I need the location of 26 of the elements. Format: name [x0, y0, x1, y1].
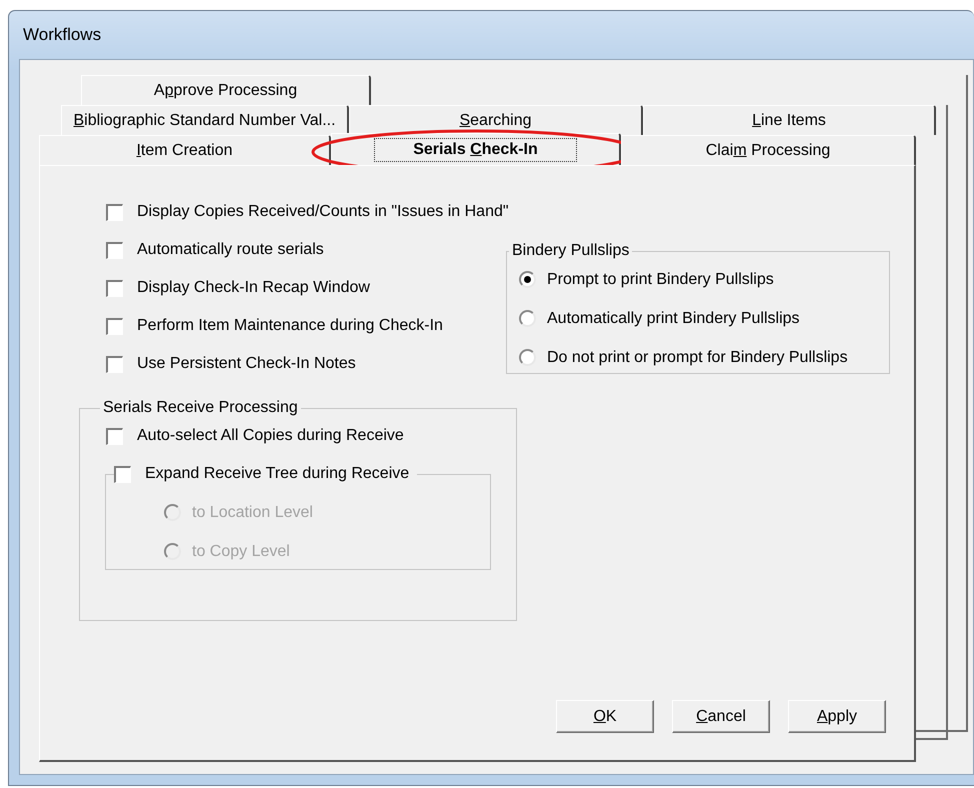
- checkbox[interactable]: Expand Receive Tree during Receive: [114, 455, 410, 493]
- window-title: Workflows: [23, 25, 102, 45]
- radio-indicator[interactable]: [519, 349, 536, 366]
- group-title: Bindery Pullslips: [511, 242, 630, 260]
- dialog-button[interactable]: Apply: [788, 700, 886, 733]
- checkbox[interactable]: Automatically route serials: [106, 231, 324, 269]
- radio-indicator[interactable]: [519, 271, 536, 288]
- checkbox[interactable]: Auto-select All Copies during Receive: [106, 417, 404, 455]
- group-title: Serials Receive Processing: [102, 399, 299, 417]
- dialog-button[interactable]: OK: [556, 700, 654, 733]
- checkbox[interactable]: Display Check-In Recap Window: [106, 269, 370, 307]
- tab[interactable]: Serials Check-In: [331, 133, 621, 165]
- dialog-button[interactable]: Cancel: [672, 700, 770, 733]
- checkbox[interactable]: Display Copies Received/Counts in "Issues in Hand": [106, 193, 509, 231]
- checkbox[interactable]: Use Persistent Check-In Notes: [106, 345, 356, 383]
- tab[interactable]: Approve Processing: [81, 75, 371, 105]
- tab[interactable]: Claim Processing: [621, 135, 916, 165]
- radio-button[interactable]: Automatically print Bindery Pullslips: [519, 299, 800, 338]
- tab[interactable]: Item Creation: [39, 135, 331, 165]
- tab[interactable]: Bibliographic Standard Number Val...: [61, 105, 349, 135]
- radio-indicator[interactable]: [519, 310, 536, 327]
- checkbox[interactable]: Perform Item Maintenance during Check-In: [106, 307, 443, 345]
- radio-button[interactable]: Prompt to print Bindery Pullslips: [519, 260, 774, 299]
- tab[interactable]: Searching: [349, 105, 643, 135]
- radio-button[interactable]: Do not print or prompt for Bindery Pullslips: [519, 338, 848, 377]
- tab[interactable]: Line Items: [643, 105, 936, 135]
